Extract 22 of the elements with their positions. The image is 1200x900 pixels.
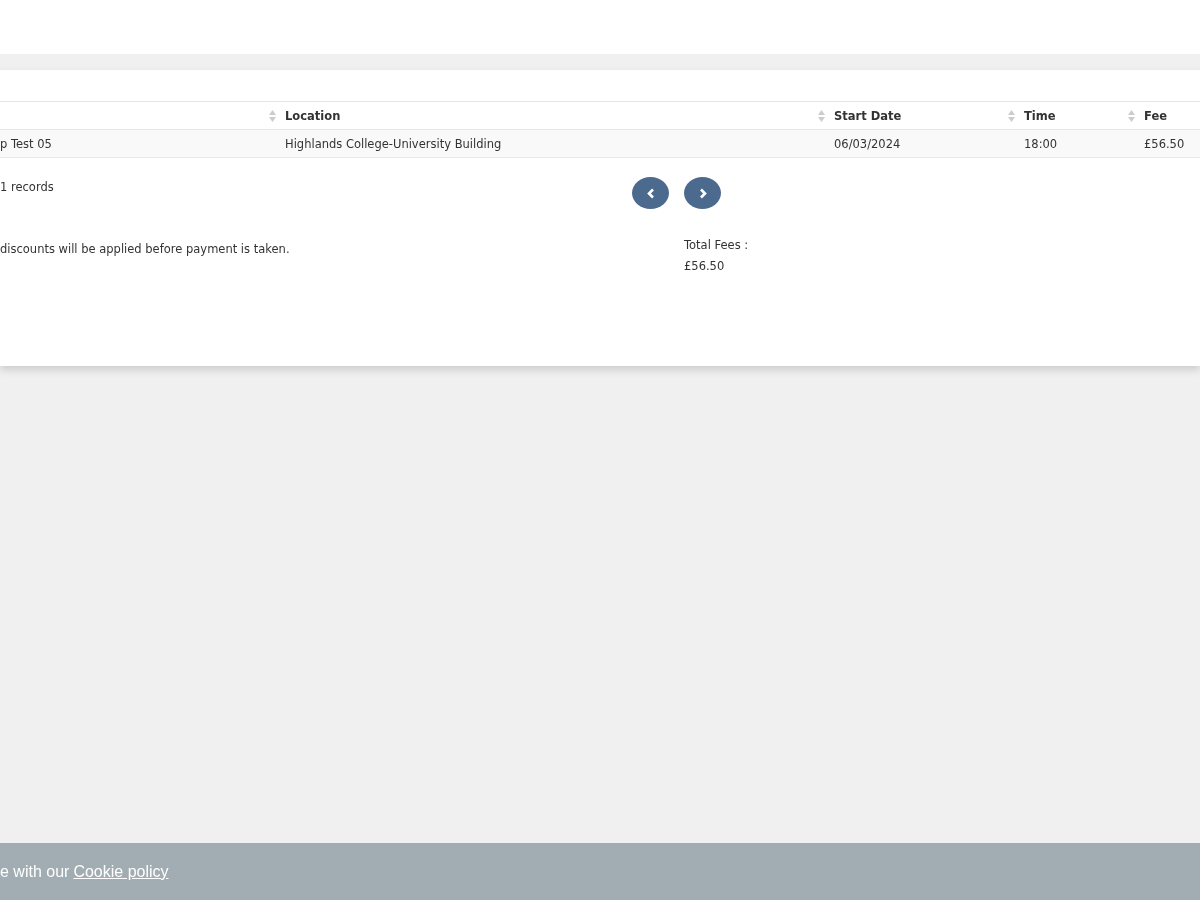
- column-header[interactable]: Time: [1019, 108, 1128, 123]
- table-cell-text: 06/03/2024: [833, 136, 902, 151]
- total-fees-label: Total Fees :: [684, 238, 750, 252]
- column-header[interactable]: Location: [280, 108, 818, 123]
- sort-icon[interactable]: [269, 109, 276, 122]
- discount-note: discounts will be applied before payment is taken.: [0, 242, 290, 256]
- cookie-text: e with our: [0, 862, 70, 881]
- table-cell-text: Highlands College-University Building: [284, 136, 503, 151]
- column-header[interactable]: Fee: [1139, 108, 1200, 123]
- chevron-left-icon: [646, 187, 655, 199]
- table-cell-text: p Test 05: [0, 136, 53, 151]
- table-cell-text: £56.50: [1143, 136, 1186, 151]
- records-count: 1 records: [0, 180, 54, 194]
- sort-icon[interactable]: [1008, 109, 1015, 122]
- table-cell-text: 18:00: [1023, 136, 1059, 151]
- sort-icon[interactable]: [1128, 109, 1135, 122]
- chevron-right-icon: [698, 187, 707, 199]
- total-fees-value: £56.50: [684, 259, 726, 273]
- next-page-button[interactable]: [684, 177, 721, 209]
- previous-page-button[interactable]: [632, 177, 669, 209]
- sort-icon[interactable]: [818, 109, 825, 122]
- column-header[interactable]: Start Date: [829, 108, 1008, 123]
